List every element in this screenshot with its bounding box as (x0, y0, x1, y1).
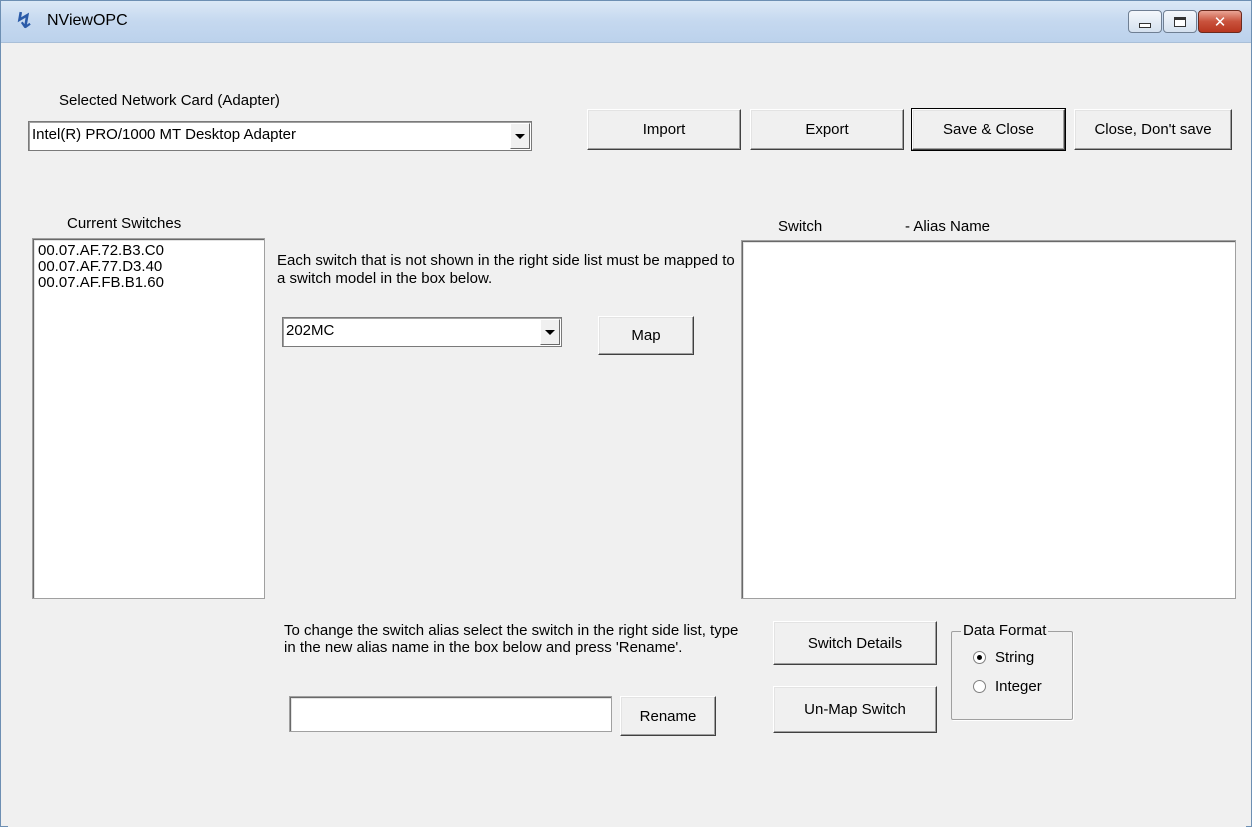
adapter-dropdown-arrow[interactable] (510, 123, 530, 149)
switch-model-select[interactable]: 202MC (282, 317, 562, 347)
close-window-button[interactable]: ✕ (1198, 10, 1242, 33)
title-bar[interactable]: ↯ NViewOPC ✕ (1, 1, 1251, 43)
dialog-client-area: Selected Network Card (Adapter) Intel(R)… (8, 44, 1246, 827)
app-window: ↯ NViewOPC ✕ Selected Network Card (Adap… (0, 0, 1252, 827)
map-button[interactable]: Map (598, 316, 694, 355)
current-switches-label: Current Switches (67, 215, 182, 232)
chevron-down-icon (545, 329, 555, 335)
radio-string[interactable]: String (973, 649, 1034, 666)
export-button[interactable]: Export (750, 109, 904, 150)
maximize-icon (1174, 16, 1186, 27)
adapter-select[interactable]: Intel(R) PRO/1000 MT Desktop Adapter (28, 121, 532, 151)
switch-model-select-value: 202MC (286, 322, 335, 339)
import-button[interactable]: Import (587, 109, 741, 150)
mapping-instructions: Each switch that is not shown in the rig… (277, 252, 735, 287)
unmap-switch-button[interactable]: Un-Map Switch (773, 686, 937, 733)
minimize-icon (1139, 22, 1151, 28)
current-switches-list[interactable]: 00.07.AF.72.B3.C0 00.07.AF.77.D3.40 00.0… (32, 238, 265, 599)
rename-button[interactable]: Rename (620, 696, 716, 736)
radio-unchecked-icon[interactable] (973, 680, 986, 693)
list-item[interactable]: 00.07.AF.FB.B1.60 (35, 275, 164, 291)
maximize-button[interactable] (1163, 10, 1197, 33)
alias-column-header: - Alias Name (905, 218, 991, 235)
switch-model-dropdown-arrow[interactable] (540, 319, 560, 345)
switch-details-button[interactable]: Switch Details (773, 621, 937, 665)
radio-checked-icon[interactable] (973, 651, 986, 664)
close-without-saving-button[interactable]: Close, Don't save (1074, 109, 1232, 150)
radio-string-label: String (995, 649, 1035, 666)
radio-integer[interactable]: Integer (973, 678, 1042, 695)
adapter-label: Selected Network Card (Adapter) (59, 92, 280, 109)
minimize-button[interactable] (1128, 10, 1162, 33)
rename-instructions: To change the switch alias select the sw… (284, 622, 739, 656)
app-logo-icon: ↯ (15, 9, 34, 34)
list-item[interactable]: 00.07.AF.72.B3.C0 (35, 243, 164, 259)
chevron-down-icon (515, 133, 525, 139)
data-format-group: Data Format String Integer (951, 622, 1073, 720)
radio-integer-label: Integer (995, 678, 1042, 695)
close-icon: ✕ (1213, 12, 1227, 31)
switch-column-header: Switch (778, 218, 823, 235)
adapter-select-value: Intel(R) PRO/1000 MT Desktop Adapter (32, 126, 297, 143)
window-title: NViewOPC (47, 12, 128, 29)
list-item[interactable]: 00.07.AF.77.D3.40 (35, 259, 164, 275)
mapped-switches-list[interactable] (741, 240, 1236, 599)
data-format-label: Data Format (961, 622, 1049, 639)
alias-name-input[interactable] (289, 696, 612, 732)
save-close-button[interactable]: Save & Close (911, 108, 1066, 151)
